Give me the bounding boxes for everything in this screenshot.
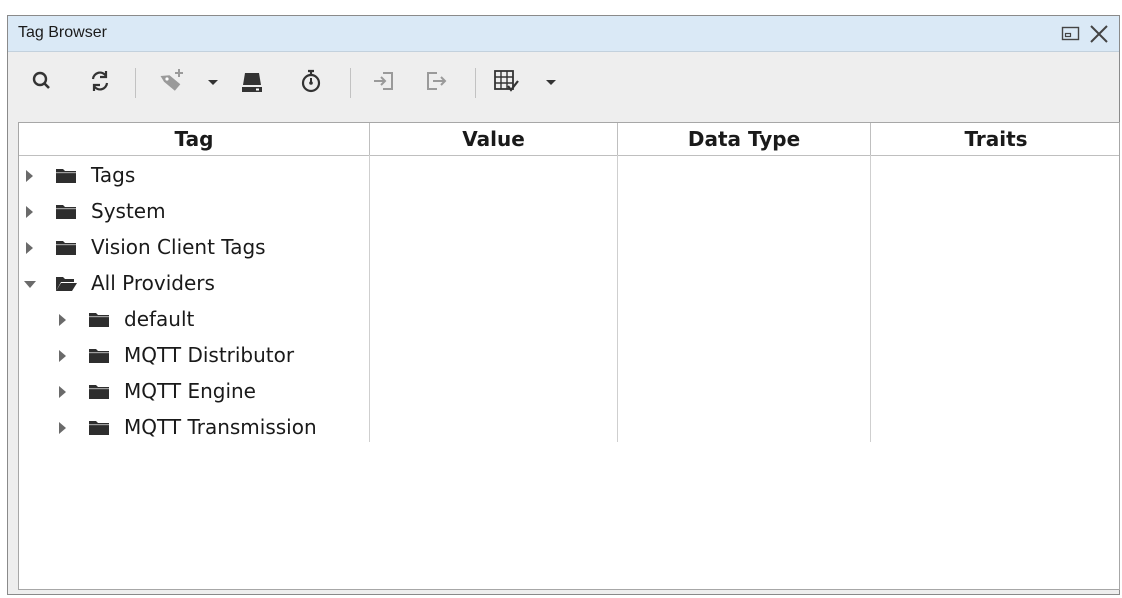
timer-icon[interactable] xyxy=(297,67,325,95)
folder-icon xyxy=(55,202,77,220)
add-tag-icon[interactable] xyxy=(158,67,186,95)
column-header-tag[interactable]: Tag xyxy=(19,123,369,155)
expand-arrow-icon[interactable] xyxy=(59,350,66,362)
tree-row-label: Tags xyxy=(91,163,136,187)
column-header-traits[interactable]: Traits xyxy=(871,123,1119,155)
toolbar xyxy=(8,52,1119,120)
table-header: Tag Value Data Type Traits xyxy=(19,123,1119,156)
expand-arrow-icon[interactable] xyxy=(26,170,33,182)
tree-row[interactable]: System xyxy=(19,193,369,229)
column-header-data-type[interactable]: Data Type xyxy=(618,123,870,155)
toolbar-separator xyxy=(135,68,136,98)
tree-row-label: System xyxy=(91,199,166,223)
header-divider[interactable] xyxy=(369,123,370,155)
export-icon[interactable] xyxy=(422,67,450,95)
expand-arrow-icon[interactable] xyxy=(59,422,66,434)
column-header-value[interactable]: Value xyxy=(370,123,617,155)
tree-row[interactable]: MQTT Engine xyxy=(19,373,369,409)
panel-titlebar: Tag Browser xyxy=(8,16,1119,52)
folder-icon xyxy=(88,346,110,364)
refresh-icon[interactable] xyxy=(86,67,114,95)
tag-table: Tag Value Data Type Traits Tags System Vis… xyxy=(18,122,1120,590)
tree-row[interactable]: MQTT Transmission xyxy=(19,409,369,445)
tree-row-label: All Providers xyxy=(91,271,215,295)
tree-row-label: Vision Client Tags xyxy=(91,235,266,259)
folder-open-icon xyxy=(55,274,77,292)
expand-arrow-icon[interactable] xyxy=(26,206,33,218)
restore-icon[interactable] xyxy=(1061,26,1081,46)
close-icon[interactable] xyxy=(1088,23,1110,49)
toolbar-separator xyxy=(475,68,476,98)
header-divider[interactable] xyxy=(870,123,871,155)
collapse-arrow-icon[interactable] xyxy=(24,281,36,288)
folder-icon xyxy=(55,166,77,184)
table-columns-icon[interactable] xyxy=(492,67,520,95)
folder-icon xyxy=(88,418,110,436)
header-divider[interactable] xyxy=(617,123,618,155)
tree-row-label: default xyxy=(124,307,195,331)
search-icon[interactable] xyxy=(28,67,56,95)
tree-row-label: MQTT Engine xyxy=(124,379,256,403)
toolbar-separator xyxy=(350,68,351,98)
column-divider xyxy=(617,155,618,442)
expand-arrow-icon[interactable] xyxy=(59,386,66,398)
expand-arrow-icon[interactable] xyxy=(59,314,66,326)
tag-browser-panel: Tag Browser Tag Value Data Type Traits T… xyxy=(7,15,1120,595)
tree-row[interactable]: Tags xyxy=(19,157,369,193)
tree-row[interactable]: Vision Client Tags xyxy=(19,229,369,265)
column-divider xyxy=(870,155,871,442)
expand-arrow-icon[interactable] xyxy=(26,242,33,254)
server-icon[interactable] xyxy=(238,67,266,95)
dropdown-caret-icon[interactable] xyxy=(205,67,221,95)
column-divider xyxy=(369,155,370,442)
folder-icon xyxy=(88,310,110,328)
panel-title: Tag Browser xyxy=(18,24,107,41)
dropdown-caret-icon[interactable] xyxy=(543,67,559,95)
folder-icon xyxy=(55,238,77,256)
tree-row[interactable]: All Providers xyxy=(19,265,369,301)
tree-row-label: MQTT Distributor xyxy=(124,343,295,367)
folder-icon xyxy=(88,382,110,400)
tree-row[interactable]: MQTT Distributor xyxy=(19,337,369,373)
tree-row-label: MQTT Transmission xyxy=(124,415,317,439)
import-icon[interactable] xyxy=(370,67,398,95)
tree-row[interactable]: default xyxy=(19,301,369,337)
